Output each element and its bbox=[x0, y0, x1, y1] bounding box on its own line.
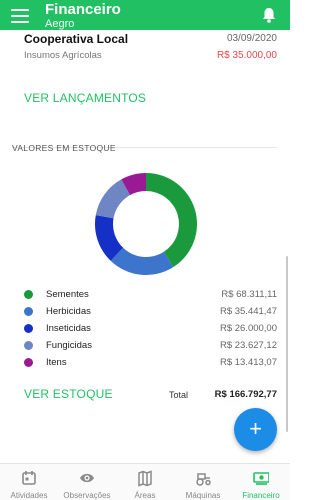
calendar-icon bbox=[22, 471, 36, 485]
legend-dot bbox=[24, 358, 33, 367]
legend-value: R$ 68.311,11 bbox=[221, 289, 277, 300]
view-launches-link[interactable]: VER LANÇAMENTOS bbox=[24, 91, 146, 105]
add-button[interactable]: + bbox=[234, 408, 277, 451]
legend-row: Fungicidas R$ 23.627,12 bbox=[24, 338, 277, 355]
nav-label: Áreas bbox=[134, 491, 156, 500]
legend-dot bbox=[24, 324, 33, 333]
legend-value: R$ 35.441,47 bbox=[219, 306, 277, 317]
legend-row: Itens R$ 13.413,07 bbox=[24, 355, 277, 372]
legend-dot bbox=[24, 307, 33, 316]
money-icon bbox=[253, 472, 269, 485]
bottom-navigation: Atividades Observações Áreas Máquinas Financ… bbox=[0, 463, 290, 500]
legend-row: Inseticidas R$ 26.000,00 bbox=[24, 321, 277, 338]
legend-value: R$ 23.627,12 bbox=[219, 340, 277, 351]
legend-value: R$ 26.000,00 bbox=[219, 323, 277, 334]
stock-card: VALORES EM ESTOQUE Sementes R$ 68.311,11 H… bbox=[12, 136, 277, 426]
legend-name: Fungicidas bbox=[46, 340, 92, 351]
legend-dot bbox=[24, 341, 33, 350]
nav-label: Financeiro bbox=[242, 491, 280, 500]
map-icon bbox=[138, 470, 152, 487]
legend-name: Herbicidas bbox=[46, 306, 91, 317]
launch-date: 03/09/2020 bbox=[226, 33, 277, 44]
page-title: Financeiro bbox=[45, 1, 121, 18]
legend-name: Sementes bbox=[46, 289, 89, 300]
eye-icon bbox=[80, 473, 94, 483]
legend-name: Itens bbox=[46, 357, 67, 368]
legend-row: Herbicidas R$ 35.441,47 bbox=[24, 304, 277, 321]
app-bar: Financeiro Aegro bbox=[0, 0, 290, 30]
nav-label: Máquinas bbox=[185, 491, 221, 500]
nav-item-atividades[interactable]: Atividades bbox=[0, 464, 58, 500]
legend-row: Sementes R$ 68.311,11 bbox=[24, 287, 277, 304]
legend-value: R$ 13.413,07 bbox=[219, 357, 277, 368]
tractor-icon bbox=[196, 473, 211, 486]
launch-category: Insumos Agrícolas bbox=[24, 50, 102, 61]
launch-item[interactable]: Cooperativa Local 03/09/2020 Insumos Agr… bbox=[24, 32, 277, 61]
farm-subtitle: Aegro bbox=[45, 18, 75, 30]
nav-item-áreas[interactable]: Áreas bbox=[116, 464, 174, 500]
launches-card: Cooperativa Local 03/09/2020 Insumos Agr… bbox=[12, 30, 277, 148]
launch-value: R$ 35.000,00 bbox=[216, 50, 277, 61]
donut-slice-sementes bbox=[146, 173, 197, 267]
total-value: R$ 166.792,77 bbox=[214, 389, 277, 400]
legend-dot bbox=[24, 290, 33, 299]
content-scroll[interactable]: Cooperativa Local 03/09/2020 Insumos Agr… bbox=[0, 30, 290, 463]
stock-legend: Sementes R$ 68.311,11 Herbicidas R$ 35.441,… bbox=[24, 287, 277, 372]
nav-item-financeiro[interactable]: Financeiro bbox=[232, 464, 290, 500]
menu-icon[interactable] bbox=[11, 9, 29, 23]
nav-item-máquinas[interactable]: Máquinas bbox=[174, 464, 232, 500]
nav-item-observações[interactable]: Observações bbox=[58, 464, 116, 500]
stock-section-label: VALORES EM ESTOQUE bbox=[12, 143, 116, 153]
total-label: Total bbox=[169, 390, 189, 400]
nav-label: Observações bbox=[63, 491, 111, 500]
legend-name: Inseticidas bbox=[46, 323, 91, 334]
scrollbar[interactable] bbox=[286, 256, 288, 432]
stock-donut-chart bbox=[95, 173, 197, 275]
view-stock-link[interactable]: VER ESTOQUE bbox=[24, 387, 113, 401]
nav-label: Atividades bbox=[10, 491, 48, 500]
bell-icon[interactable] bbox=[262, 7, 276, 23]
